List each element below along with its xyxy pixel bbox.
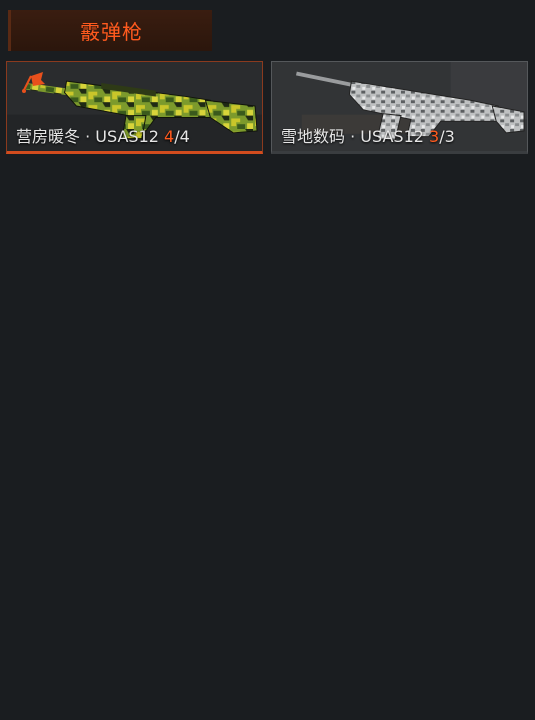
weapon-skin-collection-page: 霰弹枪 营房暖冬 · USAS12 4/4 雪地数码 · USAS12 3/3 (0, 0, 535, 720)
name-separator: · (350, 127, 356, 146)
category-title: 霰弹枪 (80, 20, 143, 44)
skin-name: 雪地数码 (281, 127, 346, 146)
weapon-name: USAS12 (360, 127, 424, 146)
collection-progress-current: 4 (164, 127, 175, 146)
skin-card-snow-digital[interactable]: 雪地数码 · USAS12 3/3 (271, 61, 528, 154)
flag-icon (22, 72, 45, 93)
weapon-name: USAS12 (95, 127, 159, 146)
skin-name: 营房暖冬 (16, 127, 81, 146)
collection-progress-total: 4 (179, 127, 190, 146)
collection-progress-current: 3 (429, 127, 440, 146)
collection-progress-total: 3 (444, 127, 455, 146)
skin-card-caption: 雪地数码 · USAS12 3/3 (281, 123, 455, 147)
skin-card-barracks-winter[interactable]: 营房暖冬 · USAS12 4/4 (6, 61, 263, 154)
name-separator: · (85, 127, 91, 146)
category-header-shotgun: 霰弹枪 (8, 10, 212, 51)
skin-card-caption: 营房暖冬 · USAS12 4/4 (16, 123, 190, 147)
